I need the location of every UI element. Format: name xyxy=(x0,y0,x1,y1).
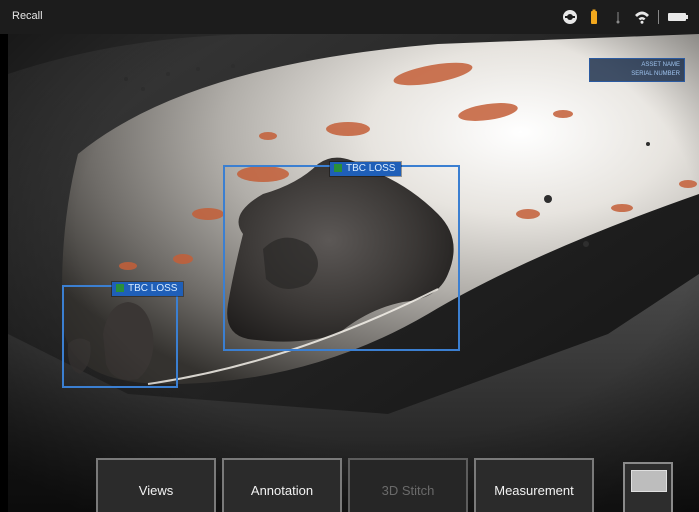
menu-toggle-button[interactable] xyxy=(623,462,673,512)
status-title: Recall xyxy=(12,10,43,22)
3d-stitch-button[interactable]: 3D Stitch xyxy=(348,458,468,512)
detection-label-text: TBC LOSS xyxy=(128,283,178,294)
detection-marker-icon xyxy=(334,164,342,172)
status-bar: Recall xyxy=(0,0,699,34)
asset-info-overlay: ASSET NAME SERIAL NUMBER xyxy=(589,58,685,82)
wifi-icon xyxy=(634,9,650,25)
bottom-menu: Views Annotation 3D Stitch Measurement xyxy=(96,458,594,512)
usb-icon xyxy=(610,9,626,25)
battery-icon xyxy=(667,9,689,25)
detection-label-small: TBC LOSS xyxy=(112,282,184,296)
detection-box-small[interactable] xyxy=(62,285,178,388)
toggle-knob xyxy=(631,470,667,492)
battery-warning-icon xyxy=(586,9,602,25)
status-icons xyxy=(562,8,689,26)
detection-marker-icon xyxy=(116,284,124,292)
annotation-button[interactable]: Annotation xyxy=(222,458,342,512)
asset-info-line-2: SERIAL NUMBER xyxy=(631,71,680,77)
status-separator xyxy=(658,10,659,24)
detection-label-large: TBC LOSS xyxy=(330,162,402,176)
asset-info-line-1: ASSET NAME xyxy=(641,62,680,68)
views-button[interactable]: Views xyxy=(96,458,216,512)
record-icon[interactable] xyxy=(562,9,578,25)
detection-box-large[interactable] xyxy=(223,165,460,351)
measurement-button[interactable]: Measurement xyxy=(474,458,594,512)
detection-label-text: TBC LOSS xyxy=(346,163,396,174)
inspection-screen: Recall TBC LOSS TBC LOSS ASSET NAME SERI… xyxy=(0,0,699,512)
